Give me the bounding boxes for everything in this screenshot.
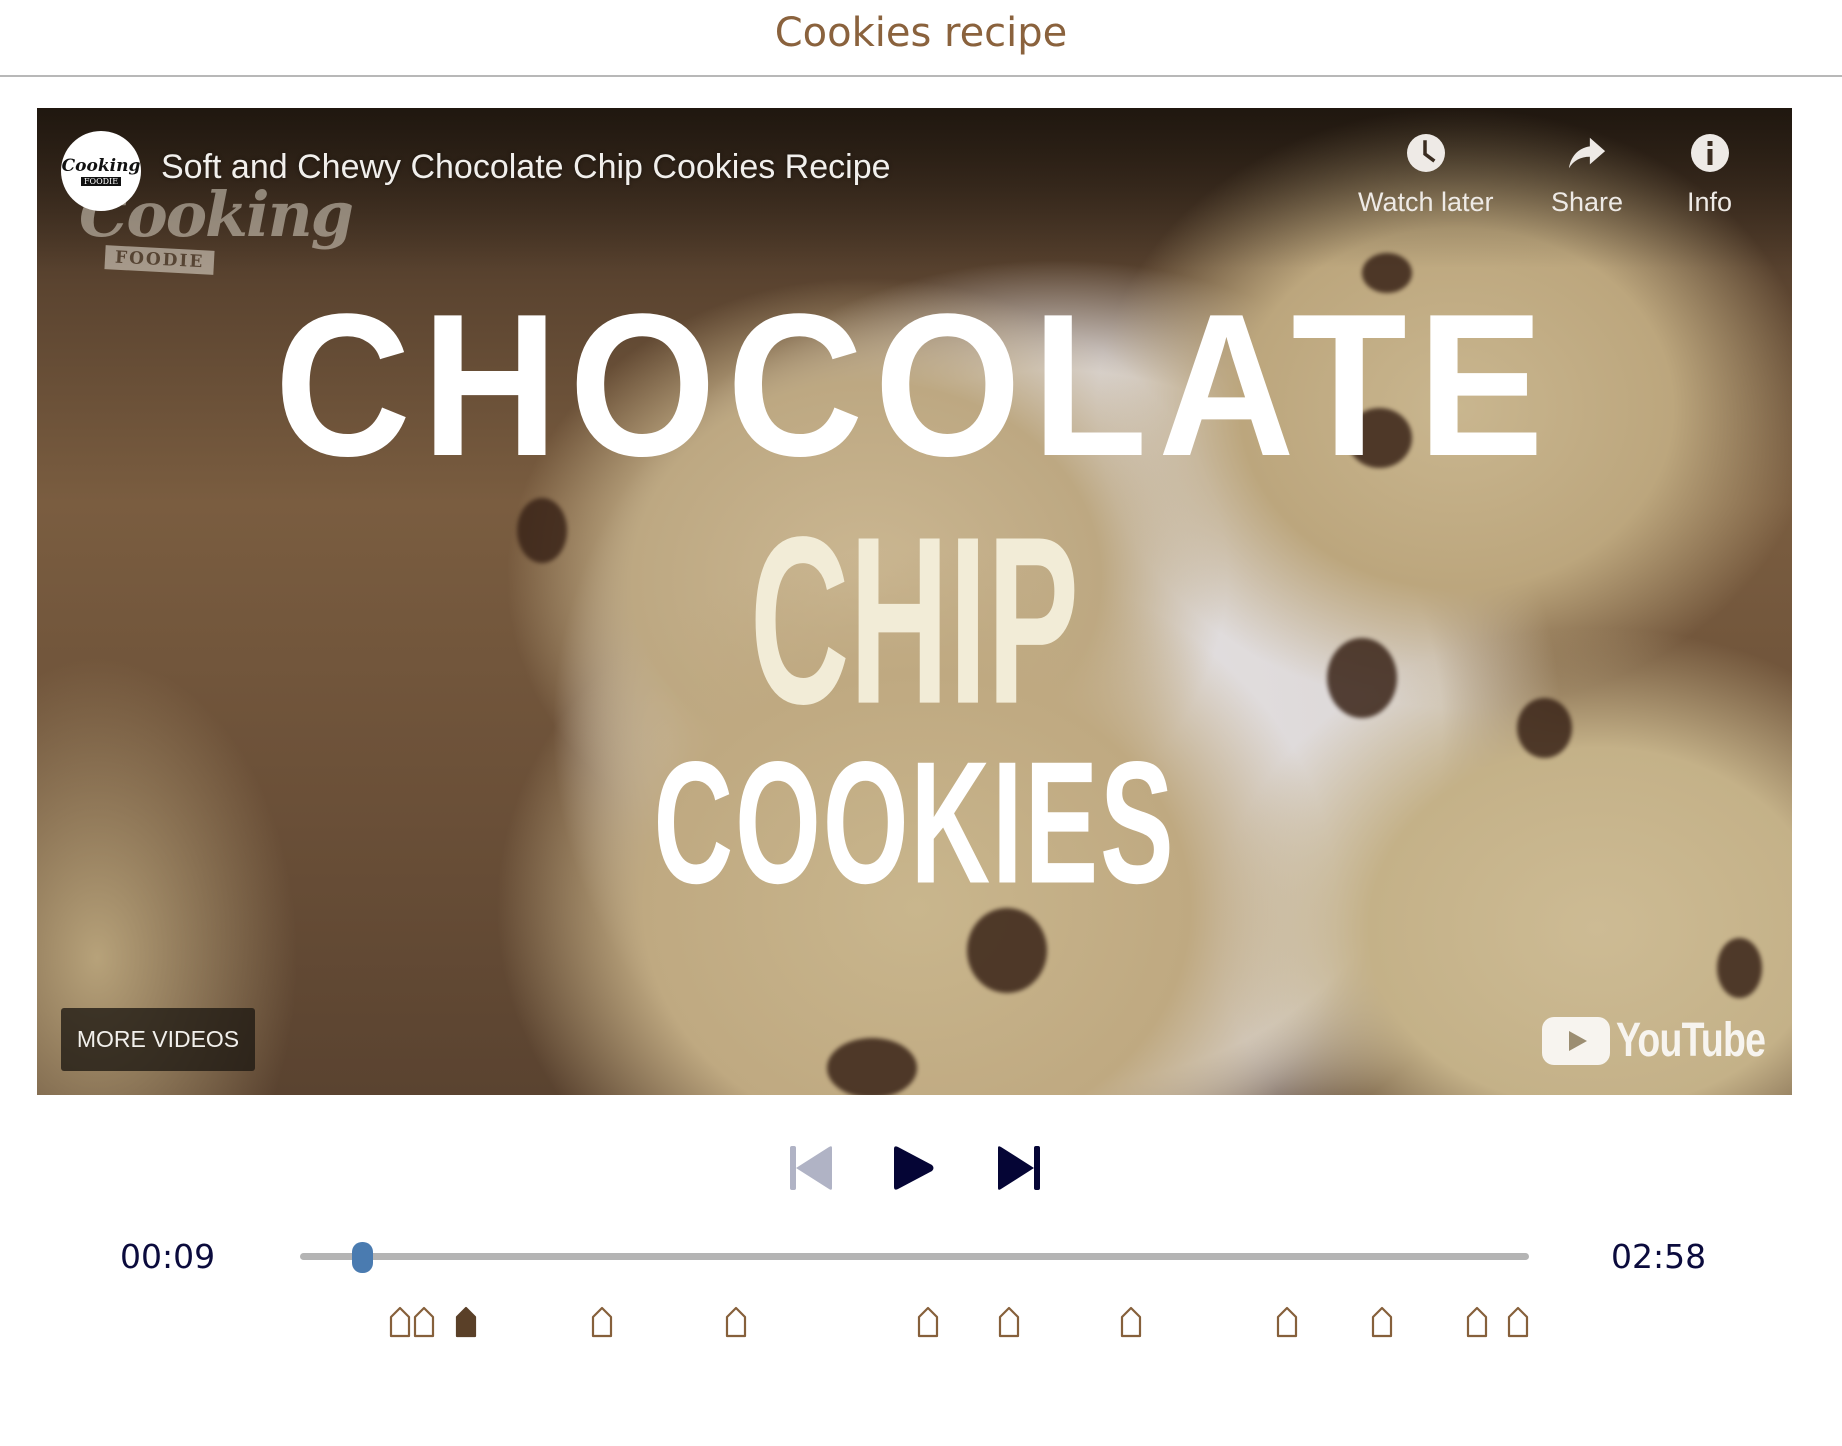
thumbnail-text-line-3: COOKIES [653, 725, 1176, 921]
channel-avatar-line-2: FOODIE [80, 176, 122, 186]
chapter-marker[interactable] [1276, 1306, 1298, 1338]
video-embed[interactable]: CHOCOLATE CHIP COOKIES Cooking FOODIE Co… [37, 108, 1792, 1095]
info-label: Info [1687, 187, 1733, 217]
watch-later-label: Watch later [1358, 187, 1494, 217]
bookmark-outline-icon [1371, 1306, 1392, 1338]
bookmark-outline-icon [917, 1306, 939, 1338]
chapter-marker[interactable] [725, 1306, 747, 1338]
info-icon [1690, 133, 1730, 173]
youtube-play-icon [1542, 1016, 1610, 1065]
bookmark-outline-icon [592, 1306, 613, 1338]
duration-time: 02:58 [1611, 1237, 1707, 1276]
watermark-band: FOODIE [104, 245, 215, 275]
seek-bar-thumb[interactable] [352, 1242, 374, 1273]
chapter-marker[interactable] [455, 1306, 477, 1338]
bookmark-outline-icon [389, 1306, 410, 1338]
channel-avatar[interactable]: Cooking FOODIE [61, 131, 141, 211]
video-title-link[interactable]: Soft and Chewy Chocolate Chip Cookies Re… [161, 148, 891, 187]
bookmark-outline-icon [1120, 1306, 1141, 1338]
share-label: Share [1551, 187, 1624, 217]
previous-button[interactable] [783, 1140, 839, 1196]
bookmark-outline-icon [1467, 1306, 1488, 1338]
chapter-marker[interactable] [591, 1306, 613, 1338]
share-arrow-icon [1567, 133, 1607, 173]
thumbnail-text-line-1: CHOCOLATE [274, 270, 1555, 499]
bookmark-outline-icon [1507, 1306, 1529, 1338]
skip-next-icon [998, 1146, 1040, 1190]
clock-icon [1406, 133, 1446, 173]
current-time: 00:09 [120, 1237, 216, 1276]
play-icon [894, 1146, 934, 1190]
bookmark-outline-icon [1276, 1306, 1297, 1338]
seek-bar-track[interactable] [300, 1253, 1529, 1260]
channel-avatar-line-1: Cooking [61, 155, 141, 176]
chapter-marker[interactable] [1120, 1306, 1142, 1338]
chapter-markers [0, 1306, 1842, 1340]
playback-controls [0, 1140, 1842, 1196]
more-videos-button[interactable]: MORE VIDEOS [61, 1008, 255, 1071]
watch-later-button[interactable]: Watch later [1358, 133, 1494, 218]
chapter-marker[interactable] [1371, 1306, 1393, 1338]
bookmark-filled-icon [455, 1306, 477, 1338]
bookmark-outline-icon [726, 1306, 747, 1338]
chapter-marker[interactable] [389, 1306, 411, 1338]
bookmark-outline-icon [414, 1306, 435, 1338]
decor-chip [1717, 938, 1762, 998]
youtube-wordmark: YouTube [1616, 1014, 1766, 1067]
chapter-marker[interactable] [917, 1306, 939, 1338]
chapter-marker[interactable] [1507, 1306, 1529, 1338]
decor-chip [827, 1038, 917, 1095]
chapter-marker[interactable] [998, 1306, 1020, 1338]
thumbnail-text-line-2: CHIP [749, 486, 1080, 754]
bookmark-outline-icon [999, 1306, 1020, 1338]
next-button[interactable] [991, 1140, 1047, 1196]
skip-previous-icon [790, 1146, 832, 1190]
chapter-marker[interactable] [413, 1306, 435, 1338]
page-header: Cookies recipe [0, 0, 1842, 77]
info-button[interactable]: Info [1687, 133, 1732, 218]
page-title: Cookies recipe [774, 10, 1068, 56]
play-button[interactable] [885, 1140, 941, 1196]
chapter-marker[interactable] [1466, 1306, 1488, 1338]
youtube-logo-link[interactable]: YouTube [1542, 1013, 1792, 1068]
share-button[interactable]: Share [1551, 133, 1623, 218]
